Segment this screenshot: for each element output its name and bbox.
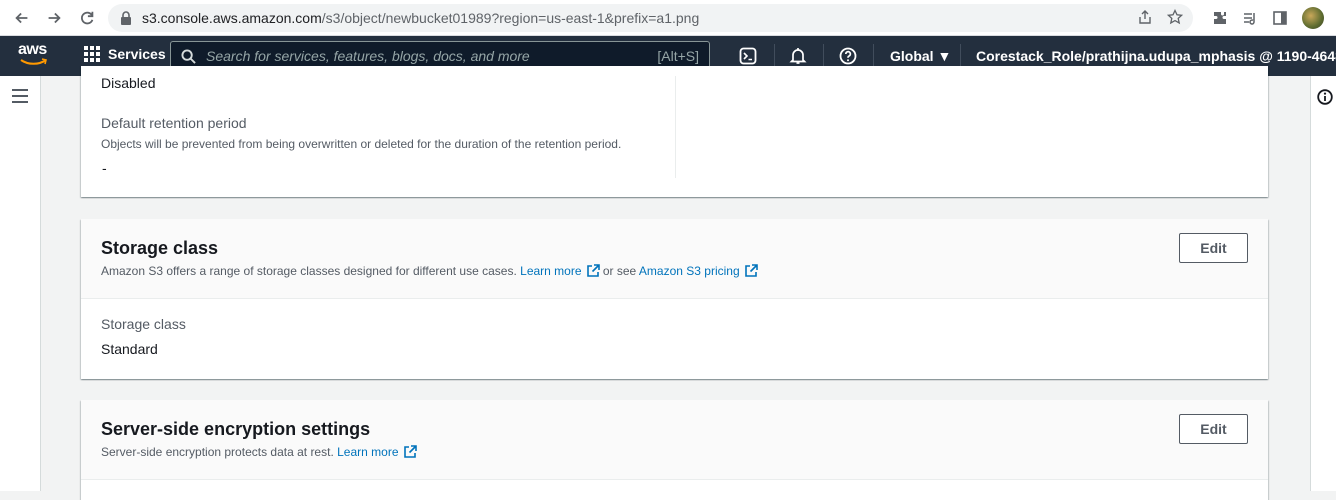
storage-class-edit-button[interactable]: Edit xyxy=(1179,233,1248,263)
grid-icon xyxy=(84,46,100,62)
extensions-icon[interactable] xyxy=(1212,10,1228,26)
external-link-icon xyxy=(403,445,417,458)
storage-class-field-label: Storage class xyxy=(101,316,186,332)
url-text: s3.console.aws.amazon.com/s3/object/newb… xyxy=(142,10,700,26)
encryption-panel: Server-side encryption settings Server-s… xyxy=(81,400,1268,500)
browser-toolbar: s3.console.aws.amazon.com/s3/object/newb… xyxy=(0,0,1336,36)
side-panel-icon[interactable] xyxy=(1272,10,1288,26)
storage-class-field-value: Standard xyxy=(101,341,158,357)
cloudshell-icon[interactable] xyxy=(737,45,759,67)
object-lock-status-value: Disabled xyxy=(101,75,156,91)
s3-pricing-link[interactable]: Amazon S3 pricing xyxy=(639,264,758,278)
services-menu[interactable]: Services xyxy=(84,46,166,62)
learn-more-link[interactable]: Learn more xyxy=(520,264,600,278)
services-label: Services xyxy=(108,46,166,62)
right-help-rail xyxy=(1310,76,1336,491)
storage-class-header: Storage class Amazon S3 offers a range o… xyxy=(81,219,1268,299)
address-bar[interactable]: s3.console.aws.amazon.com/s3/object/newb… xyxy=(108,4,1193,32)
retention-value: - xyxy=(102,160,107,176)
bell-icon[interactable] xyxy=(787,45,809,67)
external-link-icon xyxy=(744,264,758,277)
reload-icon[interactable] xyxy=(71,2,103,34)
retention-label: Default retention period xyxy=(101,115,247,131)
hamburger-icon[interactable] xyxy=(12,89,28,103)
retention-description: Objects will be prevented from being ove… xyxy=(101,137,622,151)
back-icon[interactable] xyxy=(6,2,38,34)
search-icon xyxy=(181,48,196,64)
object-lock-panel: Disabled Default retention period Object… xyxy=(81,66,1268,197)
encryption-header: Server-side encryption settings Server-s… xyxy=(81,400,1268,480)
star-icon[interactable] xyxy=(1167,9,1183,25)
storage-class-panel: Storage class Amazon S3 offers a range o… xyxy=(81,219,1268,379)
search-shortcut: [Alt+S] xyxy=(657,48,699,64)
info-icon[interactable] xyxy=(1317,89,1333,105)
encryption-title: Server-side encryption settings xyxy=(101,419,371,439)
external-link-icon xyxy=(586,264,600,277)
account-menu[interactable]: Corestack_Role/prathijna.udupa_mphasis @… xyxy=(976,48,1336,64)
storage-class-description: Amazon S3 offers a range of storage clas… xyxy=(101,264,1248,278)
aws-logo[interactable]: aws xyxy=(18,42,50,70)
lock-icon xyxy=(121,11,131,25)
avatar[interactable] xyxy=(1302,7,1324,29)
reading-list-icon[interactable] xyxy=(1242,10,1258,26)
left-nav-rail xyxy=(0,76,41,491)
region-selector[interactable]: Global ▼ xyxy=(890,48,951,64)
help-icon[interactable] xyxy=(837,45,859,67)
encryption-edit-button[interactable]: Edit xyxy=(1179,414,1248,444)
learn-more-link[interactable]: Learn more xyxy=(337,445,417,459)
encryption-description: Server-side encryption protects data at … xyxy=(101,445,1248,459)
search-input[interactable] xyxy=(206,48,646,64)
storage-class-title: Storage class xyxy=(101,238,219,258)
forward-icon[interactable] xyxy=(38,2,70,34)
share-icon[interactable] xyxy=(1137,9,1153,25)
